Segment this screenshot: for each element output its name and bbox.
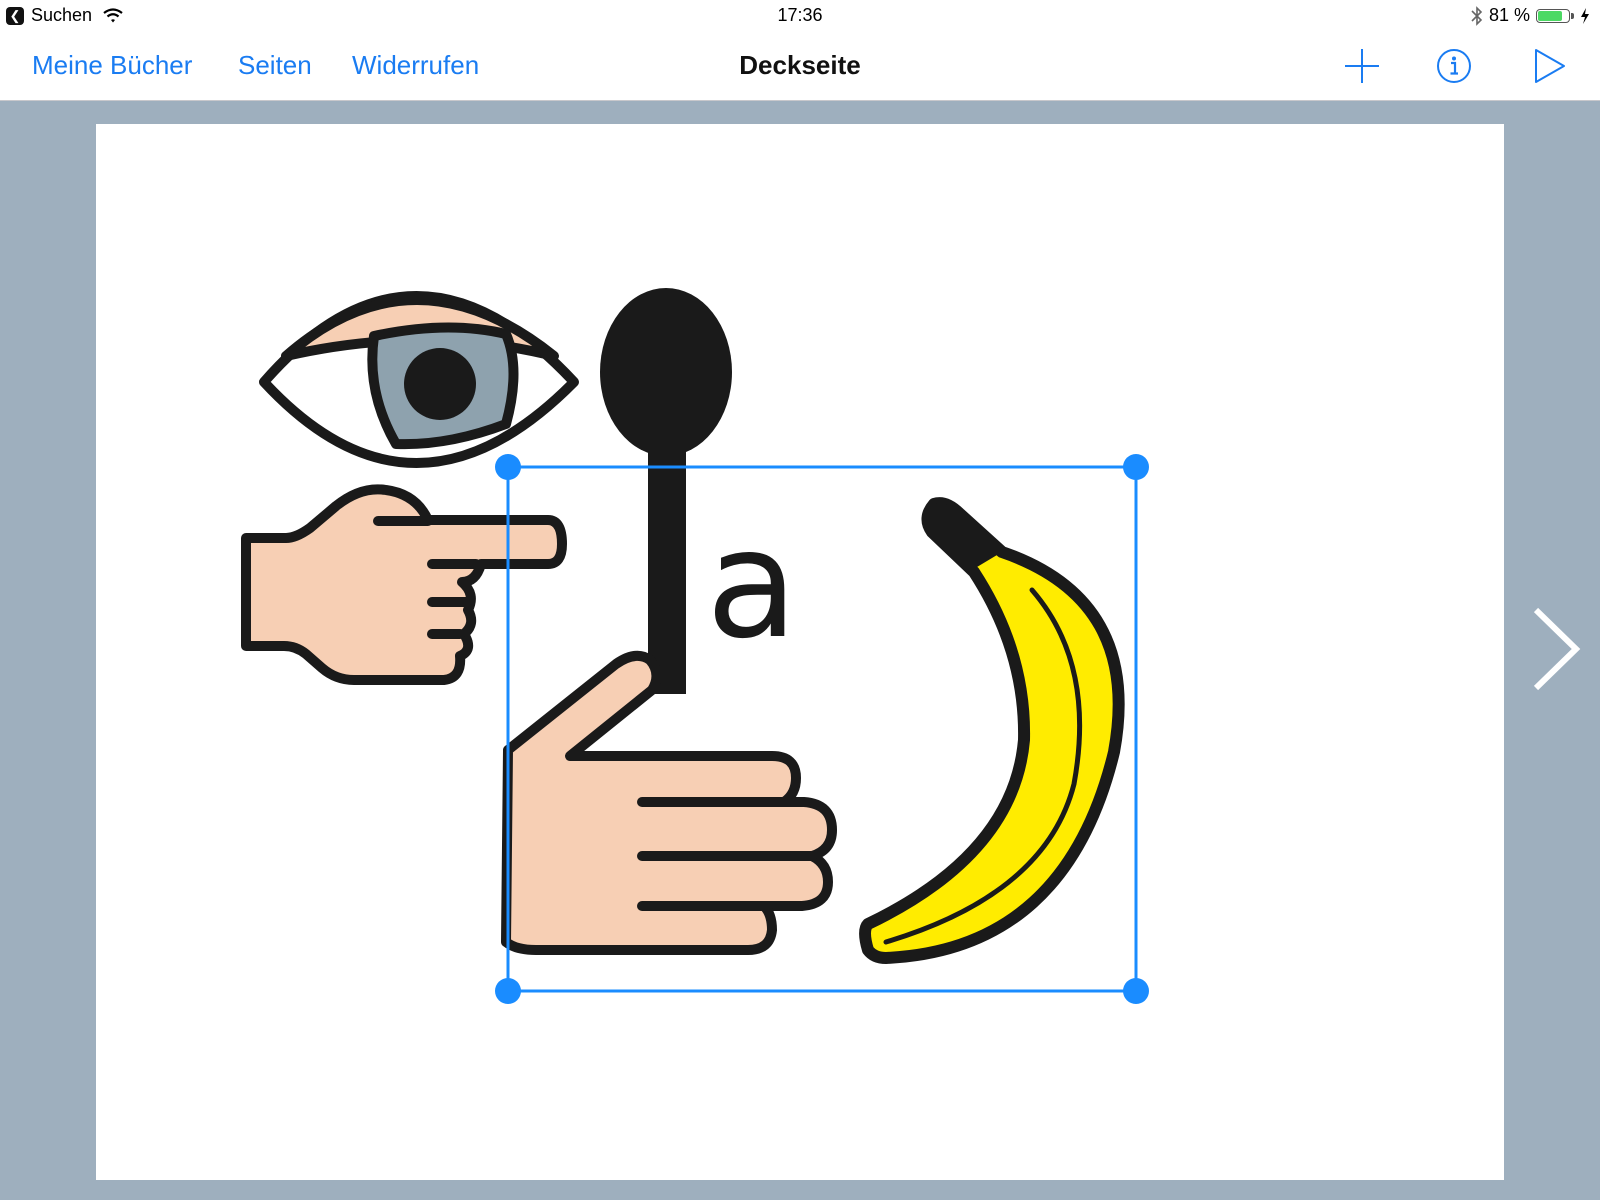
resize-handle-top-right[interactable] [1123, 454, 1149, 480]
charging-bolt-icon [1580, 7, 1590, 24]
page-artwork: a [241, 288, 1149, 1004]
hand-holding-symbol[interactable] [501, 650, 837, 955]
navigation-bar: Meine Bücher Seiten Widerrufen Deckseite [0, 32, 1600, 101]
pointing-hand-symbol[interactable] [241, 484, 567, 685]
status-time: 17:36 [777, 5, 823, 25]
add-icon[interactable] [1342, 46, 1382, 86]
play-icon[interactable] [1528, 46, 1568, 86]
letter-a[interactable]: a [706, 498, 798, 672]
resize-handle-bottom-left[interactable] [495, 978, 521, 1004]
status-bar: ❮ Suchen 17:36 81 % [0, 0, 1600, 32]
info-icon[interactable] [1434, 46, 1474, 86]
chevron-right-icon[interactable] [1526, 604, 1586, 694]
battery-icon [1536, 8, 1574, 23]
resize-handle-bottom-right[interactable] [1123, 978, 1149, 1004]
eye-symbol[interactable] [259, 291, 579, 468]
battery-fill [1538, 10, 1562, 21]
battery-percent: 81 % [1488, 5, 1530, 25]
banana-symbol[interactable] [859, 497, 1125, 964]
resize-handle-top-left[interactable] [495, 454, 521, 480]
book-page[interactable]: a [96, 124, 1504, 1180]
bluetooth-icon [1471, 5, 1483, 26]
